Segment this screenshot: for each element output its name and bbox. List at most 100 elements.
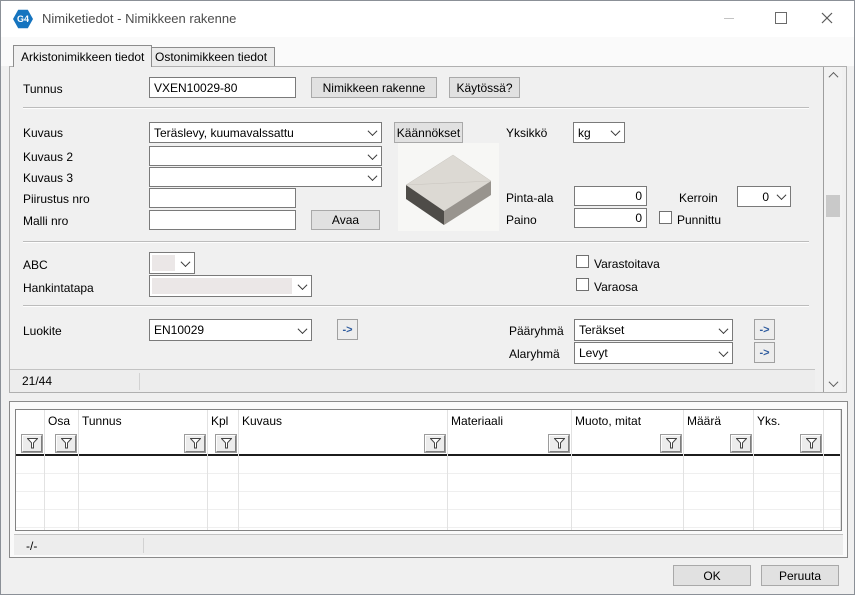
chevron-down-icon[interactable] [364,123,381,142]
luokite-arrow-button[interactable]: -> [337,319,358,340]
piirustus-input[interactable] [149,188,296,208]
chevron-down-icon[interactable] [715,320,732,340]
kuvaus-combo[interactable]: Teräslevy, kuumavalssattu [149,122,382,143]
alaryhma-value: Levyt [575,343,715,363]
paaryhma-arrow-button[interactable]: -> [754,319,775,340]
title-bar[interactable]: G4 Nimiketiedot - Nimikkeen rakenne [1,1,854,37]
tab-ostonimikkeen-tiedot[interactable]: Ostonimikkeen tiedot [147,47,275,66]
maximize-icon [775,12,787,24]
filter-button[interactable] [661,435,681,452]
grid-column-kuvaus: Kuvaus [239,410,448,530]
grid-cell [16,456,44,474]
abc-combo[interactable] [149,252,195,274]
filter-button[interactable] [185,435,205,452]
paaryhma-value: Teräkset [575,320,715,340]
filter-button[interactable] [549,435,569,452]
grid-filter-cell [16,432,44,456]
avaa-button[interactable]: Avaa [311,210,380,230]
structure-grid: OsaTunnusKplKuvausMateriaaliMuoto, mitat… [15,409,842,531]
alaryhma-combo[interactable]: Levyt [574,342,733,364]
scroll-down-button[interactable] [824,375,842,392]
chevron-up-icon [828,72,838,82]
punnittu-checkbox[interactable] [659,211,672,224]
alaryhma-arrow-button[interactable]: -> [754,342,775,363]
status-divider [139,373,140,390]
vertical-scrollbar[interactable] [823,67,842,392]
varaosa-checkbox[interactable] [576,278,589,291]
maximize-button[interactable] [758,2,804,34]
minimize-button[interactable] [706,2,752,34]
scrollbar-thumb[interactable] [826,195,840,217]
chevron-down-icon[interactable] [364,168,381,186]
kuvaus2-combo[interactable] [149,146,382,166]
grid-column-header[interactable]: Osa [45,410,78,432]
grid-column-yks-: Yks. [754,410,824,530]
varaosa-label: Varaosa [594,280,638,294]
grid-cell [79,474,207,492]
grid-column-header[interactable]: Muoto, mitat [572,410,683,432]
paaryhma-label: Pääryhmä [509,324,564,338]
varastoitava-label: Varastoitava [594,257,660,271]
grid-filter-cell [448,432,571,456]
paaryhma-combo[interactable]: Teräkset [574,319,733,341]
filter-button[interactable] [56,435,76,452]
chevron-down-icon[interactable] [294,276,311,296]
chevron-down-icon[interactable] [177,253,194,273]
malli-input[interactable] [149,210,296,230]
filter-funnel-icon [430,438,441,449]
chevron-down-icon[interactable] [715,343,732,363]
grid-status-bar: -/- [14,534,843,555]
grid-record-counter: -/- [26,539,37,553]
yksikko-combo[interactable]: kg [573,122,625,143]
grid-column-header[interactable]: Kuvaus [239,410,447,432]
hankintatapa-label: Hankintatapa [23,281,94,295]
cancel-button[interactable]: Peruuta [761,565,839,586]
filter-button[interactable] [801,435,821,452]
grid-cell [754,474,823,492]
grid-cell [448,492,571,510]
nimikkeen-rakenne-button[interactable]: Nimikkeen rakenne [311,77,437,98]
grid-cell [448,474,571,492]
separator [23,241,809,243]
grid-column-header[interactable]: Tunnus [79,410,207,432]
grid-cell [208,456,238,474]
varastoitava-checkbox[interactable] [576,255,589,268]
filter-button[interactable] [22,435,42,452]
chevron-down-icon[interactable] [773,187,790,206]
hankintatapa-combo[interactable] [149,275,312,297]
grid-column-header[interactable] [16,410,44,432]
kaytossa-button[interactable]: Käytössä? [449,77,520,98]
grid-filter-cell [754,432,823,456]
grid-column-muoto-mitat: Muoto, mitat [572,410,684,530]
kuvaus3-combo[interactable] [149,167,382,187]
grid-column-header[interactable]: Materiaali [448,410,571,432]
kaannokset-button[interactable]: Käännökset [394,122,463,143]
chevron-down-icon[interactable] [364,147,381,165]
chevron-down-icon[interactable] [607,123,624,142]
kuvaus3-value [150,168,364,186]
grid-cell [824,456,840,474]
grid-column-header[interactable]: Kpl [208,410,238,432]
filter-button[interactable] [731,435,751,452]
scroll-up-button[interactable] [824,67,842,84]
luokite-combo[interactable]: EN10029 [149,319,312,341]
grid-cell [16,492,44,510]
tunnus-input[interactable] [149,77,296,98]
yksikko-value: kg [574,123,607,142]
grid-column-header[interactable]: Määrä [684,410,753,432]
tab-arkistonimikkeen-tiedot[interactable]: Arkistonimikkeen tiedot [13,45,152,67]
grid-cell [45,492,78,510]
app-icon: G4 [13,9,33,29]
filter-funnel-icon [61,438,72,449]
kerroin-combo[interactable]: 0 [737,186,791,207]
piirustus-label: Piirustus nro [23,192,90,206]
paino-input[interactable] [574,208,647,228]
grid-column-header[interactable]: Yks. [754,410,823,432]
grid-cell [448,456,571,474]
filter-button[interactable] [425,435,445,452]
ok-button[interactable]: OK [673,565,751,586]
close-button[interactable] [804,2,850,34]
filter-button[interactable] [216,435,236,452]
chevron-down-icon[interactable] [294,320,311,340]
pinta-ala-input[interactable] [574,186,647,206]
